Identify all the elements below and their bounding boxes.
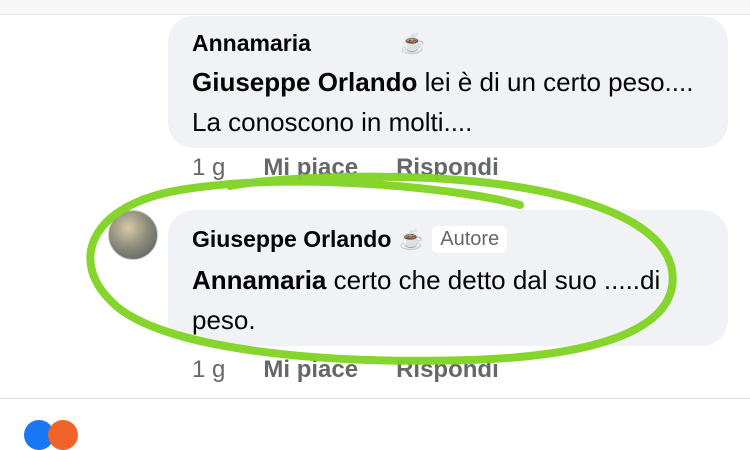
haha-reaction-icon xyxy=(48,420,78,450)
comment-actions: 1 g Mi piace Rispondi xyxy=(192,356,499,384)
comment-time[interactable]: 1 g xyxy=(192,356,225,384)
previous-content-edge xyxy=(0,0,750,15)
comment-author[interactable]: Annamaria ☕ xyxy=(192,30,426,57)
like-button[interactable]: Mi piace xyxy=(263,154,358,182)
divider xyxy=(0,398,750,399)
coffee-cup-icon: ☕ xyxy=(400,33,426,55)
coffee-cup-icon: ☕ xyxy=(399,229,425,251)
comment-text: Giuseppe Orlando lei è di un certo peso.… xyxy=(192,62,708,142)
author-badge: Autore xyxy=(432,226,508,253)
comment-author[interactable]: Giuseppe Orlando ☕ Autore xyxy=(192,226,508,253)
mention[interactable]: Giuseppe Orlando xyxy=(192,67,417,97)
author-name[interactable]: Annamaria xyxy=(192,30,311,57)
author-name[interactable]: Giuseppe Orlando xyxy=(192,226,391,253)
avatar[interactable] xyxy=(108,210,158,260)
comment-text: Annamaria certo che detto dal suo .....d… xyxy=(192,260,708,340)
comment-time[interactable]: 1 g xyxy=(192,154,225,182)
like-button[interactable]: Mi piace xyxy=(263,356,358,384)
mention[interactable]: Annamaria xyxy=(192,265,326,295)
comment-bubble: Giuseppe Orlando ☕ Autore Annamaria cert… xyxy=(168,210,728,346)
comment-actions: 1 g Mi piace Rispondi xyxy=(192,154,499,182)
reply-button[interactable]: Rispondi xyxy=(396,356,499,384)
reply-button[interactable]: Rispondi xyxy=(396,154,499,182)
reaction-summary[interactable] xyxy=(24,420,78,450)
comment-bubble: Annamaria ☕ Giuseppe Orlando lei è di un… xyxy=(168,16,728,148)
